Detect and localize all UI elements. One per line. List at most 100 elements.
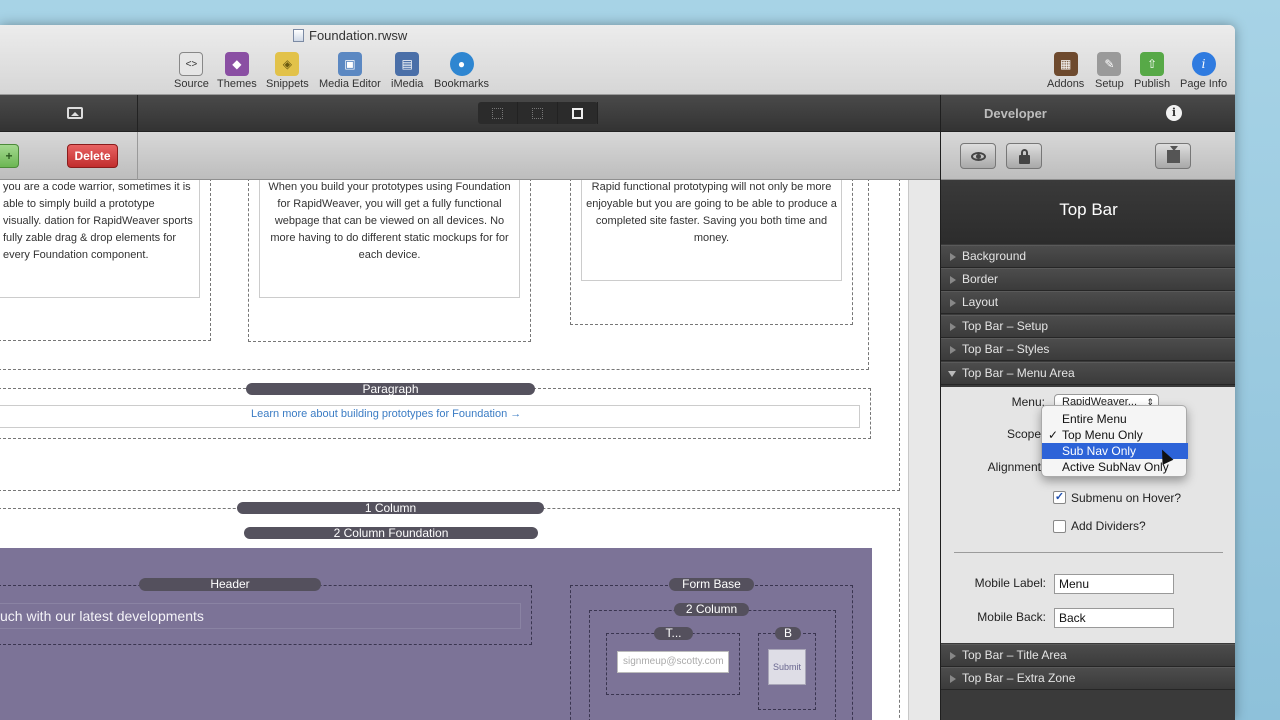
preview-button[interactable] (960, 143, 996, 169)
image-icon[interactable] (67, 107, 83, 119)
scope-option-label: Active SubNav Only (1062, 460, 1169, 474)
toolbar-bookmarks-button[interactable]: ● Bookmarks (434, 52, 489, 90)
email-input[interactable]: signmeup@scotty.com (617, 651, 729, 673)
section-label: Top Bar – Styles (962, 342, 1050, 356)
menu-label: Menu: (1011, 395, 1045, 409)
delete-button[interactable]: Delete (67, 144, 118, 168)
document-icon (293, 29, 304, 42)
app-window: Foundation.rwsw <> Source ◆ Themes ◈ Sni… (0, 25, 1235, 720)
dotted-square-icon (532, 107, 543, 119)
toolbar-setup-button[interactable]: ✎ Setup (1095, 52, 1124, 90)
feature-card-2[interactable]: When you build your prototypes using Fou… (259, 180, 520, 298)
t-column-label[interactable]: T... (654, 627, 693, 640)
learn-more-link[interactable]: Learn more about building prototypes for… (251, 408, 521, 420)
feature-card-3[interactable]: Rapid functional prototyping will not on… (581, 180, 842, 281)
submenu-hover-checkbox[interactable]: ✓ (1053, 491, 1066, 504)
toolbar-imedia-button[interactable]: ▤ iMedia (391, 52, 423, 90)
toolbar-media-editor-button[interactable]: ▣ Media Editor (319, 52, 381, 90)
add-dividers-label: Add Dividers? (1071, 519, 1146, 533)
toolbar-page-info-button[interactable]: i Page Info (1180, 52, 1227, 90)
view-mode-button-1[interactable] (478, 102, 518, 124)
toolbar-addons-button[interactable]: ▦ Addons (1047, 52, 1084, 90)
media-editor-icon: ▣ (337, 52, 362, 76)
page-canvas: you are a code warrior, sometimes it is … (0, 180, 940, 720)
mobile-label-label: Mobile Label: (974, 576, 1046, 590)
snippets-icon: ◈ (275, 52, 300, 76)
square-icon (572, 107, 583, 119)
section-background[interactable]: Background (941, 245, 1235, 268)
eye-icon (971, 152, 986, 161)
scope-option-entire-menu[interactable]: Entire Menu (1042, 411, 1188, 427)
feature-card-1[interactable]: you are a code warrior, sometimes it is … (0, 180, 200, 298)
scope-label: Scope (1006, 427, 1041, 441)
imedia-icon: ▤ (395, 52, 420, 76)
feature-card-1-text: you are a code warrior, sometimes it is … (3, 181, 193, 261)
section-top-bar-extra-zone[interactable]: Top Bar – Extra Zone (941, 667, 1235, 690)
inspector-toolbar (941, 132, 1235, 180)
section-layout[interactable]: Layout (941, 291, 1235, 314)
toolbar-publish-label: Publish (1134, 78, 1171, 90)
section-top-bar-setup[interactable]: Top Bar – Setup (941, 315, 1235, 338)
header-separator (137, 95, 138, 132)
disclosure-triangle-icon (950, 299, 956, 307)
toolbar-addons-label: Addons (1047, 78, 1085, 90)
mobile-back-label: Mobile Back: (977, 610, 1046, 624)
document-title: Foundation.rwsw (293, 28, 407, 43)
scope-option-top-menu-only[interactable]: ✓ Top Menu Only (1042, 427, 1188, 443)
toolbar-snippets-label: Snippets (266, 78, 309, 90)
header-text: uch with our latest developments (0, 608, 204, 624)
section-top-bar-menu-area[interactable]: Top Bar – Menu Area (941, 362, 1235, 385)
section-border[interactable]: Border (941, 268, 1235, 291)
mobile-back-input[interactable]: Back (1054, 608, 1174, 628)
view-mode-switcher (478, 102, 598, 124)
section-label: Top Bar – Menu Area (962, 366, 1075, 380)
lock-button[interactable] (1006, 143, 1042, 169)
action-bar: + Delete (0, 132, 940, 180)
disclosure-triangle-icon (950, 652, 956, 660)
addons-icon: ▦ (1053, 52, 1078, 76)
toolbar-media-editor-label: Media Editor (319, 78, 381, 90)
info-icon[interactable]: i (1166, 105, 1182, 121)
toolbar-source-button[interactable]: <> Source (174, 52, 209, 90)
panel-title-bar: Top Bar (941, 180, 1235, 244)
feature-card-2-text: When you build your prototypes using Fou… (268, 181, 511, 261)
form-base-label[interactable]: Form Base (669, 578, 754, 591)
toolbar-publish-button[interactable]: ⇧ Publish (1134, 52, 1170, 90)
header-label[interactable]: Header (139, 578, 321, 591)
section-label: Layout (962, 295, 999, 309)
toolbar-bookmarks-label: Bookmarks (434, 78, 490, 90)
view-mode-button-2[interactable] (518, 102, 558, 124)
export-button[interactable] (1155, 143, 1191, 169)
dotted-square-icon (492, 107, 503, 119)
alignment-label: Alignment (987, 460, 1041, 474)
one-column-label[interactable]: 1 Column (237, 502, 544, 514)
document-title-text: Foundation.rwsw (309, 28, 408, 43)
scope-option-label: Entire Menu (1062, 412, 1127, 426)
feature-card-3-text: Rapid functional prototyping will not on… (586, 181, 837, 244)
disclosure-triangle-icon (950, 253, 956, 261)
toolbar-snippets-button[interactable]: ◈ Snippets (266, 52, 309, 90)
view-mode-button-3[interactable] (558, 102, 598, 124)
section-label: Top Bar – Extra Zone (962, 671, 1076, 685)
two-column-foundation-label[interactable]: 2 Column Foundation (244, 527, 538, 539)
inspector-empty-area (941, 690, 1235, 720)
mobile-label-input[interactable]: Menu (1054, 574, 1174, 594)
section-label: Top Bar – Title Area (962, 648, 1067, 662)
section-top-bar-styles[interactable]: Top Bar – Styles (941, 338, 1235, 361)
add-dividers-checkbox[interactable] (1053, 520, 1066, 533)
package-icon (1167, 146, 1180, 163)
disclosure-triangle-open-icon (948, 371, 956, 377)
add-button[interactable]: + (0, 144, 19, 168)
toolbar-setup-label: Setup (1095, 78, 1124, 90)
toolbar-themes-label: Themes (217, 78, 257, 90)
b-column-label[interactable]: B (775, 627, 801, 640)
toolbar-themes-button[interactable]: ◆ Themes (217, 52, 257, 90)
paragraph-label[interactable]: Paragraph (246, 383, 535, 395)
panel-title: Top Bar (1059, 200, 1118, 219)
canvas-margin (908, 180, 940, 720)
submenu-hover-label: Submenu on Hover? (1071, 491, 1182, 505)
editor-header-bar (0, 95, 940, 132)
two-column-label[interactable]: 2 Column (674, 603, 749, 616)
section-top-bar-title-area[interactable]: Top Bar – Title Area (941, 644, 1235, 667)
submit-button[interactable]: Submit (768, 649, 806, 685)
